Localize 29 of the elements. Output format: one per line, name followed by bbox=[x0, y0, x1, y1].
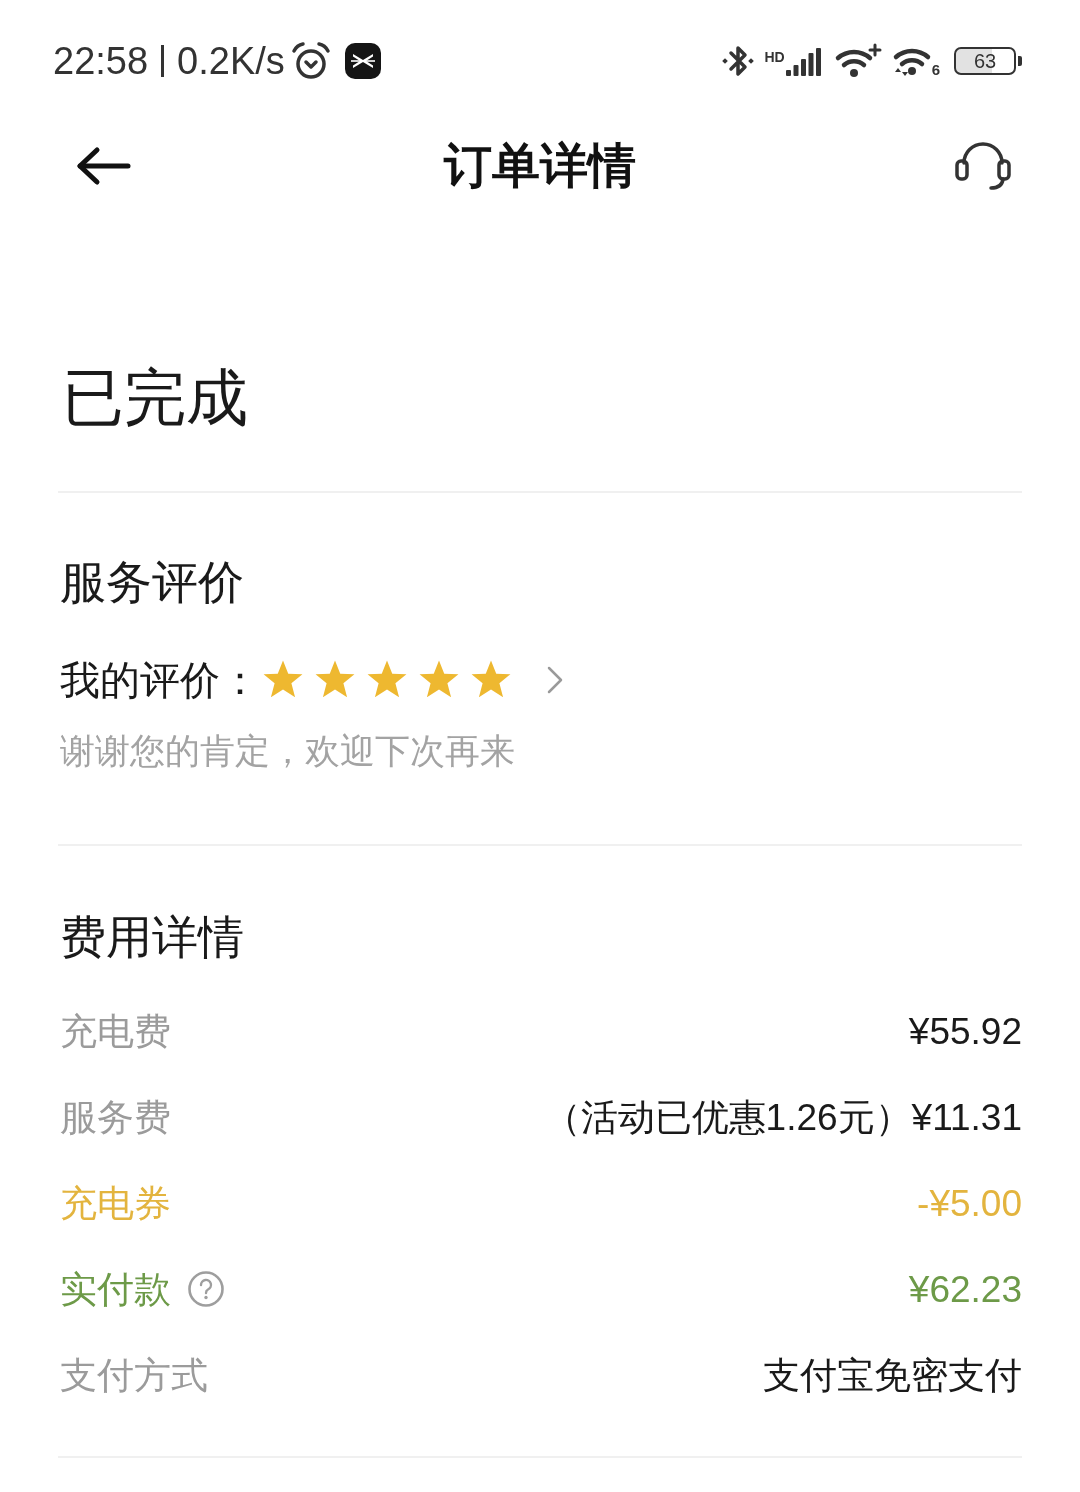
wifi-standard-label: 6 bbox=[931, 62, 940, 77]
alarm-icon bbox=[290, 41, 331, 81]
detail-label: 实付款 bbox=[60, 1270, 171, 1308]
signal-icon bbox=[785, 48, 822, 76]
detail-label: 服务费 bbox=[60, 1098, 171, 1136]
network-speed: 0.2K/s bbox=[177, 42, 285, 80]
detail-label: 支付方式 bbox=[60, 1356, 208, 1394]
network-type-label: HD bbox=[764, 50, 785, 64]
headset-icon bbox=[954, 141, 1012, 191]
detail-label: 充电费 bbox=[60, 1012, 171, 1050]
battery-indicator: 63 bbox=[954, 47, 1022, 75]
rating-label: 我的评价： bbox=[60, 660, 261, 700]
section-title: 服务评价 bbox=[60, 559, 244, 605]
order-status: 已完成 bbox=[62, 367, 248, 429]
help-icon[interactable] bbox=[187, 1270, 225, 1308]
detail-value: ¥55.92 bbox=[908, 1012, 1022, 1050]
detail-value: -¥5.00 bbox=[917, 1184, 1022, 1222]
detail-value: 支付宝免密支付 bbox=[763, 1356, 1022, 1394]
page-title: 订单详情 bbox=[444, 142, 636, 190]
detail-label: 充电券 bbox=[60, 1184, 171, 1222]
status-time: 22:58 bbox=[53, 42, 149, 80]
chevron-right-icon[interactable] bbox=[546, 665, 564, 695]
review-message: 谢谢您的肯定，欢迎下次再来 bbox=[60, 732, 515, 768]
detail-value: ¥62.23 bbox=[908, 1270, 1022, 1308]
wifi-icon bbox=[833, 43, 882, 79]
discount-note: （活动已优惠1.26元） bbox=[543, 1098, 912, 1136]
section-title: 费用详情 bbox=[60, 914, 244, 960]
detail-value: ¥11.31 bbox=[911, 1098, 1022, 1136]
app-icon bbox=[344, 43, 381, 79]
